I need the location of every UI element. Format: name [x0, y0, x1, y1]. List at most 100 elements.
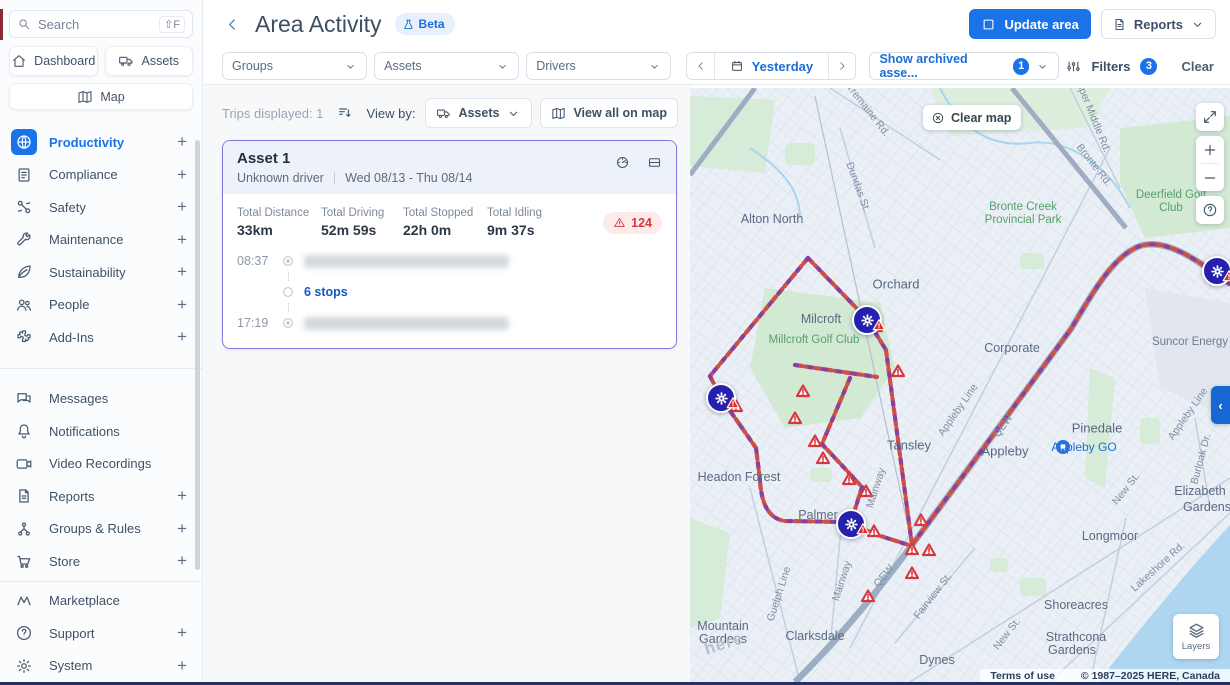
stops-link[interactable]: 6 stops: [304, 285, 348, 299]
sidebar-item-safety[interactable]: Safety+: [0, 191, 202, 224]
layers-button[interactable]: Layers: [1173, 614, 1219, 659]
map-help-button[interactable]: [1196, 196, 1224, 224]
cart-icon: [11, 548, 37, 574]
map[interactable]: Tremaine Rd.CreekUpper Middle Rd.Deerfie…: [690, 88, 1230, 682]
trips-panel: Trips displayed: 1 View by: Assets View …: [204, 85, 690, 682]
exceptions-badge[interactable]: 124: [603, 212, 662, 234]
map-button[interactable]: Map: [9, 83, 193, 110]
asset-marker[interactable]: [852, 305, 882, 335]
stat-total-stopped: Total Stopped22h 0m: [403, 207, 487, 238]
bell-icon: [11, 418, 37, 444]
asset-marker[interactable]: [836, 509, 866, 539]
sidebar-item-sustainability[interactable]: Sustainability+: [0, 256, 202, 289]
copyright-text: © 1987–2025 HERE, Canada: [1081, 670, 1220, 682]
reports-button[interactable]: Reports: [1101, 9, 1216, 39]
update-area-button[interactable]: Update area: [969, 9, 1090, 39]
split-view-icon[interactable]: [647, 155, 662, 170]
asset-name: Asset 1: [237, 150, 662, 167]
trip-card[interactable]: Asset 1 Unknown driver | Wed 08/13 - Thu…: [222, 140, 677, 349]
marker-warning-icon: [856, 522, 870, 541]
filters-button[interactable]: Filters: [1091, 59, 1130, 74]
asset-marker[interactable]: [1202, 256, 1230, 286]
zoom-in-button[interactable]: [1196, 136, 1224, 163]
clear-filters-button[interactable]: Clear: [1181, 59, 1214, 74]
sidebar-item-people[interactable]: People+: [0, 289, 202, 322]
page-title: Area Activity: [255, 11, 382, 38]
area-square-icon: [981, 17, 996, 32]
map-icon: [551, 106, 566, 121]
sidebar-item-groups-rules[interactable]: Groups & Rules+: [0, 513, 202, 546]
terms-of-use-link[interactable]: Terms of use: [990, 670, 1055, 682]
seatbelt-icon: [11, 194, 37, 220]
truck-icon: [118, 53, 134, 69]
expand-plus-icon[interactable]: +: [177, 623, 187, 643]
expand-plus-icon[interactable]: +: [177, 197, 187, 217]
sidebar-item-reports[interactable]: Reports+: [0, 480, 202, 513]
search-input[interactable]: Search ⇧F: [9, 10, 193, 38]
search-icon: [17, 17, 31, 31]
previous-day-button[interactable]: [687, 53, 713, 79]
sidebar-item-support[interactable]: Support+: [0, 617, 202, 650]
trip-end-time: 17:19: [237, 316, 272, 330]
page-header: Area Activity Beta Update area Reports: [204, 0, 1230, 48]
map-attribution: Terms of use © 1987–2025 HERE, Canada: [980, 669, 1230, 682]
date-picker[interactable]: Yesterday: [714, 53, 829, 79]
sort-icon[interactable]: [337, 105, 353, 121]
assets-select[interactable]: Assets: [374, 52, 519, 80]
help-icon: [11, 620, 37, 646]
clipboard-icon: [11, 162, 37, 188]
layers-icon: [1187, 621, 1206, 640]
collapse-panel-toggle[interactable]: ‹: [1211, 386, 1230, 424]
next-day-button[interactable]: [829, 53, 855, 79]
sidebar-item-system[interactable]: System+: [0, 650, 202, 683]
expand-plus-icon[interactable]: +: [177, 230, 187, 250]
drivers-select[interactable]: Drivers: [526, 52, 671, 80]
show-archived-select[interactable]: Show archived asse... 1: [869, 52, 1059, 80]
zoom-controls: [1196, 136, 1224, 191]
clear-map-button[interactable]: Clear map: [923, 105, 1021, 130]
archived-count-badge: 1: [1013, 58, 1030, 75]
expand-plus-icon[interactable]: +: [177, 165, 187, 185]
filters-count-badge: 3: [1140, 58, 1157, 75]
chevron-down-icon: [1190, 17, 1205, 32]
back-button[interactable]: [224, 16, 241, 33]
sidebar-scrollbar[interactable]: [195, 140, 200, 570]
fullscreen-button[interactable]: [1196, 103, 1224, 131]
groups-select[interactable]: Groups: [222, 52, 367, 80]
sidebar-item-add-ins[interactable]: Add-Ins+: [0, 321, 202, 354]
sidebar: Search ⇧F Dashboard Assets Map Productiv…: [0, 0, 203, 682]
filters-icon[interactable]: [1066, 59, 1081, 74]
sidebar-item-compliance[interactable]: Compliance+: [0, 159, 202, 192]
sidebar-item-notifications[interactable]: Notifications: [0, 415, 202, 448]
expand-plus-icon[interactable]: +: [177, 486, 187, 506]
chat-icon: [11, 386, 37, 412]
sidebar-divider: [0, 368, 202, 369]
sidebar-item-productivity[interactable]: Productivity+: [0, 126, 202, 159]
zoom-out-button[interactable]: [1196, 164, 1224, 191]
sidebar-item-store[interactable]: Store+: [0, 545, 202, 578]
trip-stats: Total Distance33kmTotal Driving52m 59sTo…: [223, 194, 676, 246]
sidebar-item-maintenance[interactable]: Maintenance+: [0, 224, 202, 257]
expand-plus-icon[interactable]: +: [177, 656, 187, 676]
trip-start-icon: [281, 254, 295, 268]
asset-marker[interactable]: [706, 383, 736, 413]
gauge-icon[interactable]: [615, 155, 630, 170]
sidebar-nav: Productivity+Compliance+Safety+Maintenan…: [0, 126, 202, 682]
assets-button[interactable]: Assets: [105, 46, 194, 76]
view-all-on-map-button[interactable]: View all on map: [540, 98, 678, 128]
view-by-select[interactable]: Assets: [425, 98, 532, 128]
expand-plus-icon[interactable]: +: [177, 551, 187, 571]
expand-plus-icon[interactable]: +: [177, 519, 187, 539]
timeline-connector: [288, 303, 662, 312]
trip-timeline: 08:37 6 stops 17:19: [223, 246, 676, 348]
expand-plus-icon[interactable]: +: [177, 295, 187, 315]
dashboard-button[interactable]: Dashboard: [9, 46, 98, 76]
filter-bar: Groups Assets Drivers Yesterday Show arc…: [204, 48, 1230, 84]
sidebar-item-video-recordings[interactable]: Video Recordings: [0, 448, 202, 481]
sidebar-item-messages[interactable]: Messages: [0, 383, 202, 416]
expand-plus-icon[interactable]: +: [177, 262, 187, 282]
chevron-down-icon: [648, 60, 661, 73]
sidebar-item-marketplace[interactable]: Marketplace: [0, 585, 202, 618]
expand-plus-icon[interactable]: +: [177, 327, 187, 347]
expand-plus-icon[interactable]: +: [177, 132, 187, 152]
